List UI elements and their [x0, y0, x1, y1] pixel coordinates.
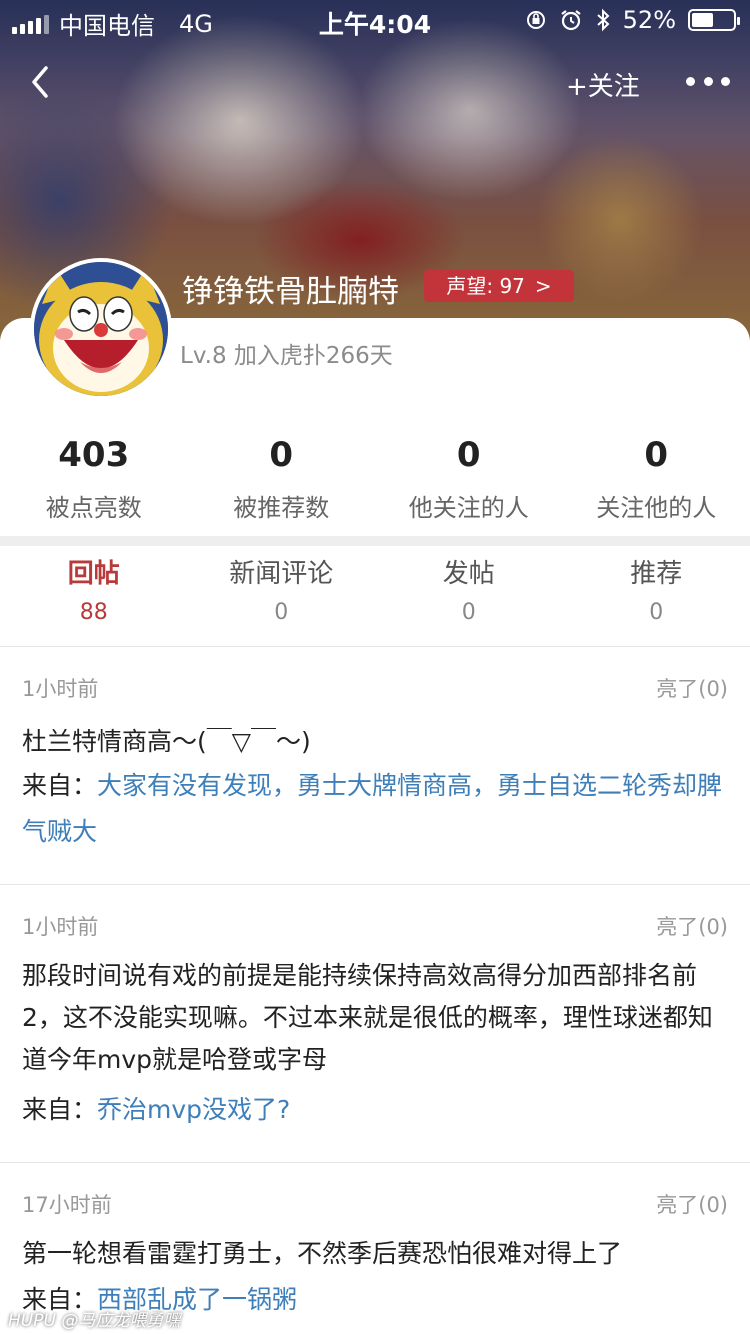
- tab-label: 推荐: [630, 559, 683, 589]
- source-thread-link[interactable]: 乔治mvp没戏了?: [97, 1095, 290, 1124]
- alarm-icon: [560, 10, 581, 31]
- battery-icon: [688, 9, 740, 31]
- post-content: 第一轮想看雷霆打勇士，不然季后赛恐怕很难对得上了: [22, 1239, 623, 1268]
- stat-likes[interactable]: 403 被点亮数: [0, 432, 188, 532]
- list-item[interactable]: 1小时前 亮了(0) 杜兰特情商高～(￣▽￣～) 来自：大家有没有发现，勇士大牌…: [0, 647, 750, 885]
- tab-count: 0: [274, 600, 289, 625]
- stat-value: 0: [456, 435, 481, 475]
- chevron-left-icon: [32, 66, 48, 98]
- tab-count: 0: [649, 600, 664, 625]
- tab-label: 新闻评论: [229, 559, 334, 589]
- like-button[interactable]: 亮了(0): [656, 1189, 728, 1219]
- section-divider: [0, 536, 750, 546]
- tab-news-comments[interactable]: 新闻评论 0: [188, 556, 376, 646]
- tab-replies[interactable]: 回帖 88: [0, 556, 188, 646]
- status-bar: 中国电信 4G 上午4:04 52%: [0, 0, 750, 40]
- follow-button[interactable]: +关注: [566, 66, 640, 103]
- stat-label: 被推荐数: [233, 494, 330, 522]
- chevron-right-icon: >: [534, 274, 552, 298]
- avatar-image: [34, 262, 168, 396]
- like-button[interactable]: 亮了(0): [656, 911, 728, 941]
- more-options-button[interactable]: [686, 66, 730, 96]
- battery-percent: 52%: [622, 6, 676, 34]
- post-time: 1小时前: [22, 915, 99, 939]
- more-dot-icon: [703, 76, 713, 86]
- stat-label: 被点亮数: [45, 494, 142, 522]
- post-time: 17小时前: [22, 1193, 112, 1217]
- source-prefix: 来自：: [22, 771, 98, 800]
- tab-recommendations[interactable]: 推荐 0: [563, 556, 750, 646]
- stat-value: 0: [644, 435, 669, 475]
- more-dot-icon: [721, 76, 730, 86]
- source-prefix: 来自：: [22, 1095, 98, 1124]
- stats-row: 403 被点亮数 0 被推荐数 0 他关注的人 0 关注他的人: [0, 432, 750, 532]
- post-time: 1小时前: [22, 677, 99, 701]
- tab-count: 88: [79, 600, 108, 625]
- orientation-lock-icon: [526, 11, 545, 29]
- more-dot-icon: [686, 76, 695, 86]
- stat-label: 关注他的人: [596, 494, 717, 522]
- post-content: 杜兰特情商高～(￣▽￣～): [22, 727, 311, 756]
- prestige-label: 声望: 97: [446, 274, 525, 298]
- tab-label: 发帖: [442, 559, 495, 589]
- level-info: Lv.8 加入虎扑266天: [180, 343, 393, 369]
- top-nav: +关注: [0, 50, 750, 116]
- like-button[interactable]: 亮了(0): [656, 673, 728, 703]
- post-source: 来自：大家有没有发现，勇士大牌情商高，勇士自选二轮秀却脾气贼大: [22, 763, 728, 855]
- watermark: HUPU @马应龙喂勇嘿: [8, 1311, 181, 1331]
- stat-followers[interactable]: 0 关注他的人: [563, 432, 750, 532]
- username: 铮铮铁骨肚腩特: [182, 274, 399, 310]
- back-button[interactable]: [22, 62, 62, 102]
- tab-count: 0: [461, 600, 476, 625]
- post-content: 那段时间说有戏的前提是能持续保持高效高得分加西部排名前2，这不没能实现嘛。不过本…: [22, 961, 713, 1074]
- stat-value: 0: [269, 435, 294, 475]
- list-item[interactable]: 1小时前 亮了(0) 那段时间说有戏的前提是能持续保持高效高得分加西部排名前2，…: [0, 885, 750, 1163]
- avatar[interactable]: [30, 258, 172, 400]
- content-tabs: 回帖 88 新闻评论 0 发帖 0 推荐 0: [0, 556, 750, 646]
- source-thread-link[interactable]: 大家有没有发现，勇士大牌情商高，勇士自选二轮秀却脾气贼大: [22, 771, 722, 846]
- prestige-badge[interactable]: 声望: 97 >: [424, 270, 574, 302]
- stat-value: 403: [58, 435, 130, 475]
- tab-label: 回帖: [67, 559, 120, 589]
- post-source: 来自：乔治mvp没戏了?: [22, 1087, 728, 1133]
- stat-label: 他关注的人: [408, 494, 529, 522]
- stat-recommended[interactable]: 0 被推荐数: [188, 432, 376, 532]
- stat-following[interactable]: 0 他关注的人: [375, 432, 563, 532]
- tab-posts[interactable]: 发帖 0: [375, 556, 563, 646]
- bluetooth-icon: [596, 8, 610, 32]
